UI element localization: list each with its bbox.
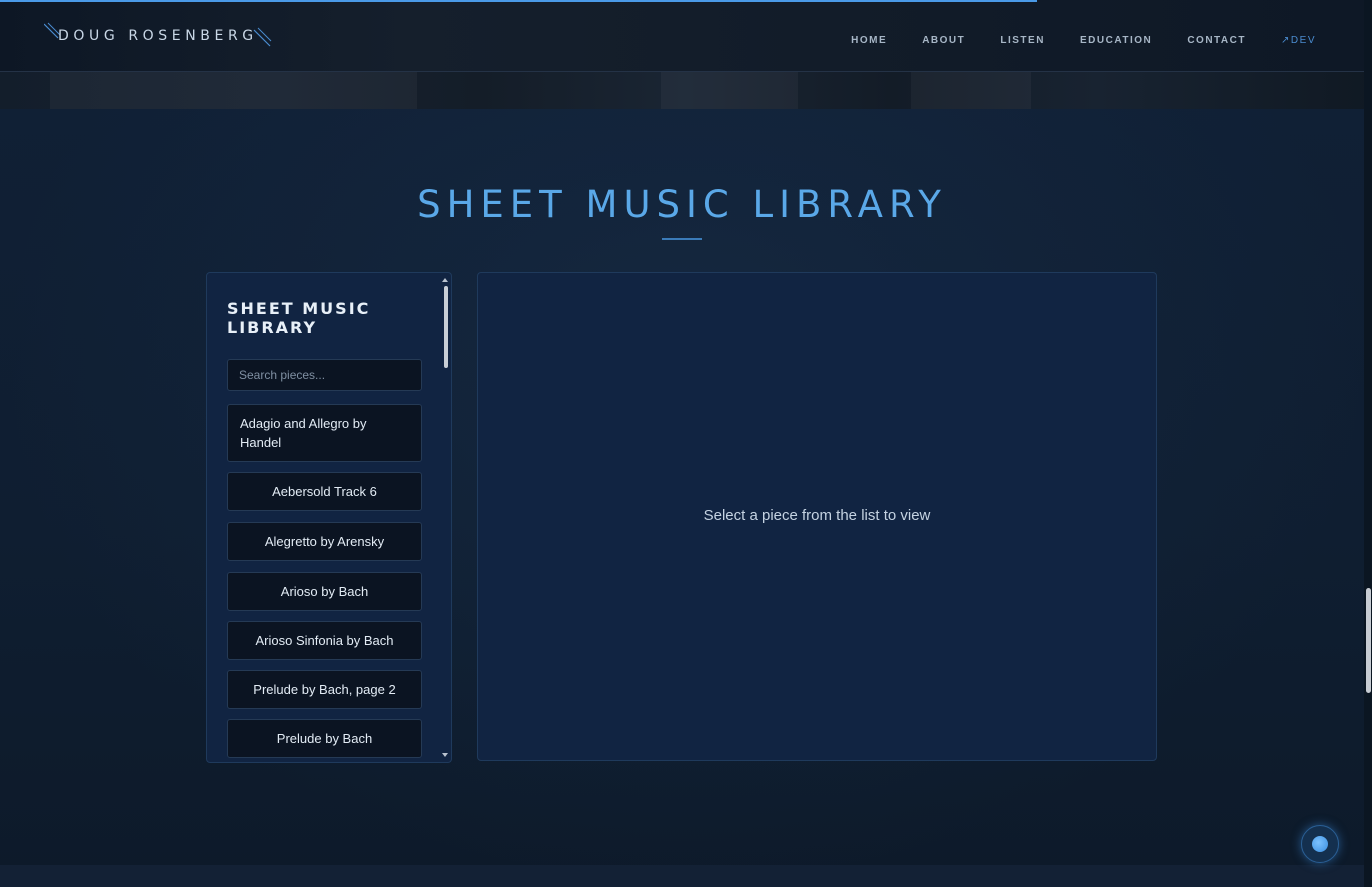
nav-listen[interactable]: LISTEN [1000, 35, 1045, 46]
search-input[interactable] [227, 359, 422, 391]
site-header: DOUG ROSENBERG HOME ABOUT LISTEN EDUCATI… [0, 0, 1364, 72]
title-divider [662, 238, 702, 240]
viewer-empty-message: Select a piece from the list to view [703, 507, 931, 524]
piece-item[interactable]: Arioso by Bach [227, 572, 422, 611]
page-scrollbar[interactable] [1364, 0, 1372, 887]
main-nav: HOME ABOUT LISTEN EDUCATION CONTACT ↗DEV [821, 28, 1316, 46]
sidebar-title: SHEET MUSIC LIBRARY [227, 299, 371, 337]
nav-home[interactable]: HOME [851, 35, 887, 46]
footer-band [0, 865, 1364, 887]
piece-item[interactable]: Prelude by Bach, page 2 [227, 670, 422, 709]
nav-education[interactable]: EDUCATION [1080, 35, 1152, 46]
floating-action-button[interactable] [1301, 825, 1339, 863]
piece-item[interactable]: Prelude by Bach [227, 719, 422, 758]
record-dot-icon [1312, 836, 1328, 852]
nav-dev[interactable]: ↗DEV [1281, 35, 1316, 46]
site-logo[interactable]: DOUG ROSENBERG [44, 22, 274, 52]
page-title: SHEET MUSIC LIBRARY [417, 183, 947, 226]
hero-image-strip [0, 71, 1372, 109]
nav-contact[interactable]: CONTACT [1187, 35, 1246, 46]
sheet-music-sidebar[interactable]: SHEET MUSIC LIBRARY Adagio and Allegro b… [206, 272, 452, 763]
piece-item[interactable]: Arioso Sinfonia by Bach [227, 621, 422, 660]
piece-item[interactable]: Alegretto by Arensky [227, 522, 422, 561]
sidebar-scroll-thumb[interactable] [444, 286, 448, 368]
piece-item[interactable]: Adagio and Allegro by Handel [227, 404, 422, 462]
scroll-up-icon[interactable] [442, 278, 448, 282]
page-progress-bar [0, 0, 1037, 2]
scroll-down-icon[interactable] [442, 753, 448, 757]
sheet-viewer: Select a piece from the list to view [477, 272, 1157, 761]
logo-text: DOUG ROSENBERG [58, 28, 258, 44]
page-scroll-thumb[interactable] [1366, 588, 1371, 693]
piece-item[interactable]: Aebersold Track 6 [227, 472, 422, 511]
nav-about[interactable]: ABOUT [922, 35, 965, 46]
sidebar-scrollbar[interactable] [442, 275, 450, 760]
